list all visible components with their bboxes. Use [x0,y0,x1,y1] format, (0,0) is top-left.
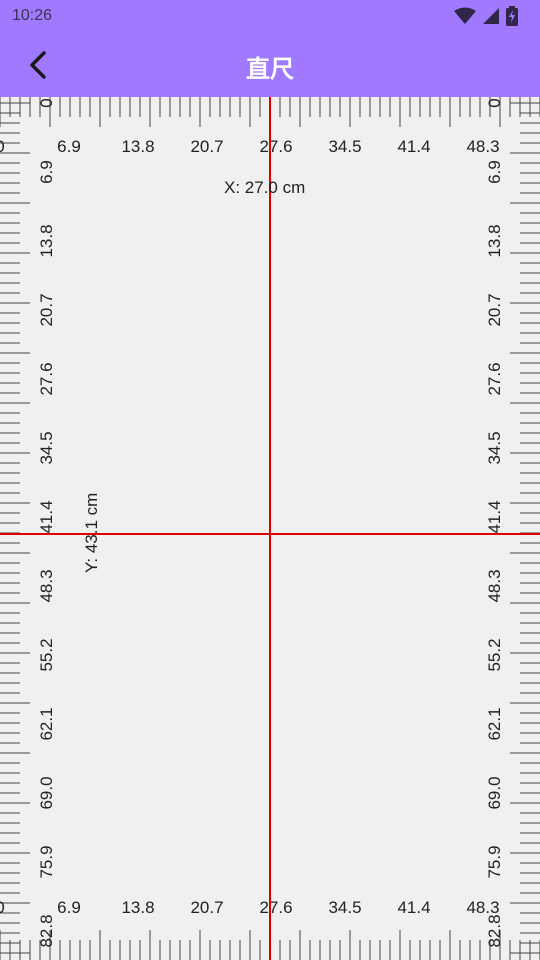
v-label-right: 6.9 [485,160,504,184]
wifi-icon [454,7,476,24]
v-label-right: 13.8 [485,224,504,257]
x-readout: X: 27.0 cm [224,178,306,197]
v-label-left: 13.8 [37,224,56,257]
v-label-right: 0 [485,98,504,107]
v-label-right: 20.7 [485,293,504,326]
v-label-left: 0 [37,98,56,107]
v-label-right: 41.4 [485,500,504,533]
h-label-bottom: 0 [0,898,5,917]
ruler-graphics: 006.96.913.813.820.720.727.627.634.534.5… [0,97,540,960]
v-label-left: 62.1 [37,707,56,740]
v-label-left: 55.2 [37,638,56,671]
v-label-right: 75.9 [485,845,504,878]
y-readout: Y: 43.1 cm [82,492,101,573]
v-label-right: 34.5 [485,431,504,464]
v-label-left: 20.7 [37,293,56,326]
v-label-left: 6.9 [37,160,56,184]
v-label-left: 41.4 [37,500,56,533]
h-label-bottom: 27.6 [259,898,292,917]
h-label-top: 13.8 [121,137,154,156]
signal-icon [483,8,499,24]
h-label-top: 6.9 [57,137,81,156]
battery-charging-icon [506,6,518,26]
h-label-top: 0 [0,137,5,156]
h-label-bottom: 13.8 [121,898,154,917]
h-label-top: 41.4 [397,137,430,156]
h-label-top: 34.5 [328,137,361,156]
v-label-right: 27.6 [485,362,504,395]
v-label-left: 82.8 [37,914,56,947]
app-bar: 直尺 [0,33,540,97]
v-label-left: 48.3 [37,569,56,602]
h-label-top: 20.7 [190,137,223,156]
h-label-bottom: 20.7 [190,898,223,917]
v-label-left: 75.9 [37,845,56,878]
h-label-top: 27.6 [259,137,292,156]
v-label-right: 48.3 [485,569,504,602]
h-label-bottom: 34.5 [328,898,361,917]
v-label-right: 82.8 [485,914,504,947]
v-label-left: 27.6 [37,362,56,395]
v-label-right: 69.0 [485,776,504,809]
h-label-bottom: 48.3 [466,898,499,917]
status-icons [454,6,518,26]
v-label-left: 34.5 [37,431,56,464]
v-label-right: 62.1 [485,707,504,740]
h-label-bottom: 6.9 [57,898,81,917]
page-title: 直尺 [246,56,294,83]
status-time: 10:26 [12,7,53,24]
h-label-top: 48.3 [466,137,499,156]
status-bar: 10:26 [0,0,540,33]
h-label-bottom: 41.4 [397,898,430,917]
v-label-right: 55.2 [485,638,504,671]
v-label-left: 69.0 [37,776,56,809]
ruler-canvas[interactable]: 006.96.913.813.820.720.727.627.634.534.5… [0,97,540,960]
